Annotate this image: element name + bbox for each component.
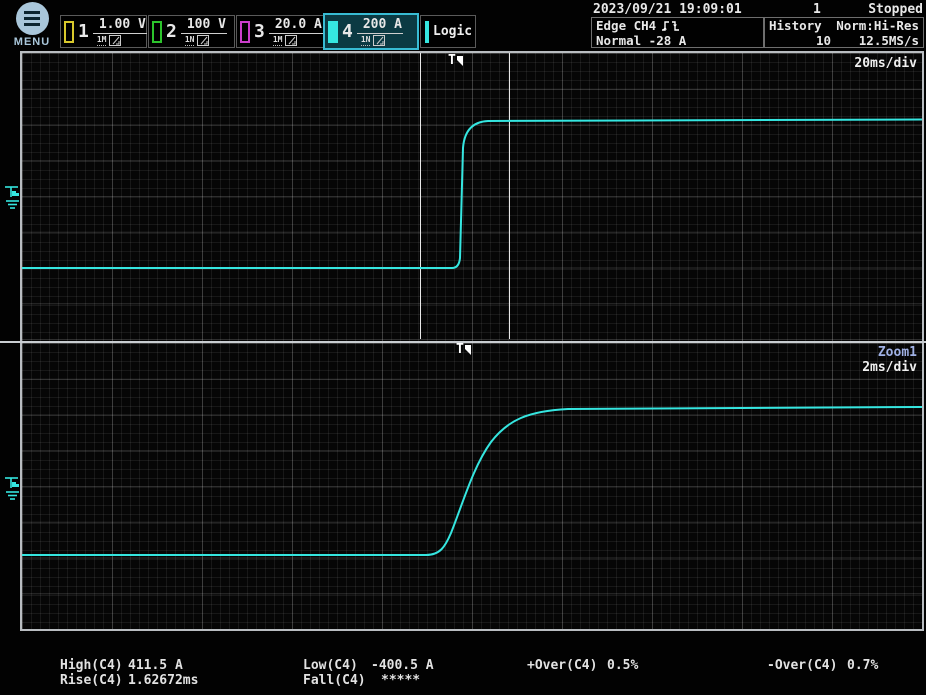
meas-nover-label: -Over(C4) bbox=[767, 658, 837, 673]
falling-edge-icon bbox=[671, 20, 680, 32]
datetime-readout: 2023/09/21 19:09:01 bbox=[593, 2, 742, 17]
probe-icon bbox=[109, 35, 121, 46]
trigger-mode-source: Edge CH4 bbox=[596, 18, 656, 33]
channel-2-scale: 100 V bbox=[181, 17, 227, 34]
zoom-window-label: Zoom1 bbox=[878, 345, 917, 360]
acquisition-count: 1 bbox=[813, 2, 821, 17]
channel-4-number: 4 bbox=[341, 21, 354, 42]
hamburger-menu-icon bbox=[16, 2, 49, 35]
zoom-waveform-window: T Zoom1 2ms/div bbox=[20, 343, 924, 631]
channel-1-scale: 1.00 V bbox=[93, 17, 147, 34]
probe-icon bbox=[373, 35, 385, 46]
history-count: 10 bbox=[769, 33, 831, 48]
meas-high-value: 411.5 A bbox=[128, 658, 183, 673]
meas-nover-value: 0.7% bbox=[847, 658, 878, 673]
impedance-label: 1M bbox=[97, 35, 107, 46]
channel-1-number: 1 bbox=[77, 21, 90, 42]
impedance-label: 1N bbox=[361, 35, 371, 46]
meas-fall-value: ***** bbox=[381, 673, 420, 688]
meas-pover-value: 0.5% bbox=[607, 658, 638, 673]
ch4-ground-marker-main[interactable] bbox=[2, 182, 22, 212]
trigger-flag-icon bbox=[464, 344, 472, 356]
channel-2-badge[interactable]: 2 100 V 1N bbox=[148, 15, 235, 48]
ch4-main-trace bbox=[22, 120, 922, 269]
meas-rise-value: 1.62672ms bbox=[128, 673, 198, 688]
channel-4-scale: 200 A bbox=[357, 17, 403, 34]
trigger-position-marker[interactable]: T bbox=[448, 55, 464, 67]
history-label: History bbox=[769, 18, 822, 33]
impedance-label: 1M bbox=[273, 35, 283, 46]
probe-icon bbox=[197, 35, 209, 46]
sample-rate-readout: 12.5MS/s bbox=[859, 33, 919, 48]
meas-low-value: -400.5 A bbox=[371, 658, 434, 673]
menu-label: MENU bbox=[10, 36, 54, 48]
channel-3-color-swatch bbox=[240, 21, 250, 43]
main-timebase-readout: 20ms/div bbox=[854, 56, 917, 71]
channel-4-color-swatch bbox=[328, 21, 338, 43]
meas-pover-label: +Over(C4) bbox=[527, 658, 597, 673]
channel-4-badge[interactable]: 4 200 A 1N bbox=[323, 13, 419, 50]
logic-badge[interactable]: Logic bbox=[420, 15, 476, 48]
ch4-ground-marker-zoom[interactable] bbox=[2, 473, 22, 503]
channel-3-number: 3 bbox=[253, 21, 266, 42]
meas-rise-label: Rise(C4) bbox=[60, 673, 123, 688]
channel-2-number: 2 bbox=[165, 21, 178, 42]
channel-3-badge[interactable]: 3 20.0 A 1M bbox=[236, 15, 324, 48]
menu-button[interactable]: MENU bbox=[10, 2, 54, 48]
trigger-flag-icon bbox=[456, 55, 464, 67]
oscilloscope-screen: MENU 1 1.00 V 1M 2 100 V 1N 3 20.0 A bbox=[0, 0, 926, 695]
channel-1-color-swatch bbox=[64, 21, 74, 43]
trigger-level-readout: Normal -28 A bbox=[596, 33, 686, 48]
probe-icon bbox=[285, 35, 297, 46]
zoom-timebase-readout: 2ms/div bbox=[862, 360, 917, 375]
run-state-indicator: Stopped bbox=[868, 2, 923, 17]
main-waveform-window: T 20ms/div bbox=[20, 51, 924, 341]
channel-3-scale: 20.0 A bbox=[269, 17, 323, 34]
ch4-zoom-trace bbox=[22, 407, 922, 555]
history-acquisition-box[interactable]: History Norm:Hi-Res 10 12.5MS/s bbox=[764, 17, 924, 48]
logic-label: Logic bbox=[433, 24, 472, 39]
rising-edge-icon bbox=[661, 20, 670, 32]
channel-1-badge[interactable]: 1 1.00 V 1M bbox=[60, 15, 147, 48]
meas-high-label: High(C4) bbox=[60, 658, 123, 673]
meas-low-label: Low(C4) bbox=[303, 658, 358, 673]
meas-fall-label: Fall(C4) bbox=[303, 673, 366, 688]
logic-color-swatch bbox=[425, 21, 429, 43]
channel-2-color-swatch bbox=[152, 21, 162, 43]
zoom-trigger-position-marker[interactable]: T bbox=[456, 344, 472, 356]
impedance-label: 1N bbox=[185, 35, 195, 46]
trigger-settings-box[interactable]: Edge CH4 Normal -28 A bbox=[591, 17, 764, 48]
acquisition-mode: Norm:Hi-Res bbox=[836, 18, 919, 33]
